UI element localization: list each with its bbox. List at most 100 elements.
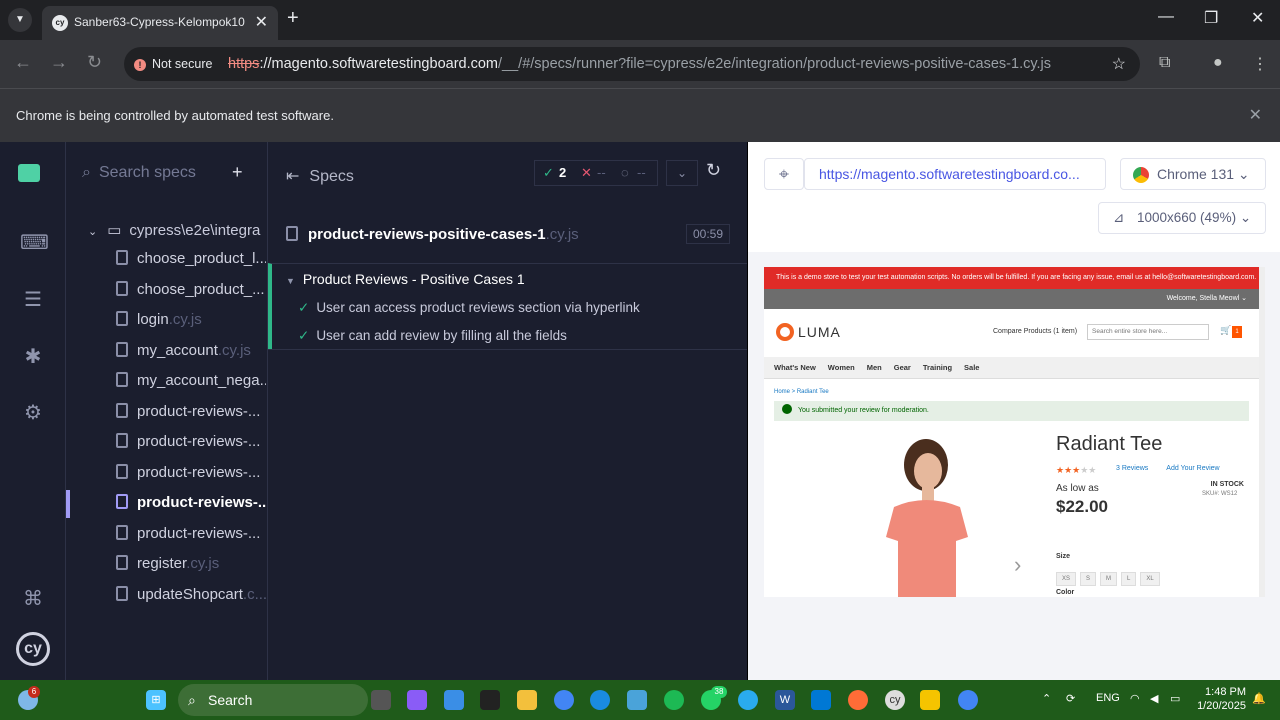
restore-icon[interactable]: ❐ xyxy=(1204,8,1218,28)
spec-file-item[interactable]: choose_product_... xyxy=(116,280,266,303)
runs-icon[interactable]: ☰ xyxy=(20,287,46,313)
postman-icon[interactable] xyxy=(848,690,868,710)
product-image[interactable] xyxy=(864,437,984,597)
browser-titlebar: ▼ cy Sanber63-Cypress-Kelompok10 ✕ + — ❐… xyxy=(0,0,1280,40)
bookmark-star-icon[interactable]: ☆ xyxy=(1112,54,1126,74)
spotify-icon[interactable] xyxy=(664,690,684,710)
chrome-active-icon[interactable] xyxy=(958,690,978,710)
browser-selector[interactable]: Chrome 131 ⌄ xyxy=(1120,158,1266,190)
tab-search-button[interactable]: ▼ xyxy=(8,8,32,32)
search-specs[interactable]: ⌕ Search specs xyxy=(82,164,196,182)
app-logo-icon[interactable] xyxy=(18,164,40,182)
clock[interactable]: 1:48 PM 1/20/2025 xyxy=(1190,685,1246,713)
forward-icon[interactable]: → xyxy=(50,52,68,73)
telegram-icon[interactable] xyxy=(738,690,758,710)
add-review-link[interactable]: Add Your Review xyxy=(1166,465,1219,472)
chrome-taskbar-icon[interactable] xyxy=(554,690,574,710)
menu-icon[interactable]: ⋮ xyxy=(1252,54,1268,74)
cart-icon[interactable]: 🛒 xyxy=(1220,325,1231,336)
spec-file-item[interactable]: my_account_nega... xyxy=(116,372,266,394)
spec-file-item[interactable]: register.cy.js xyxy=(116,555,266,577)
back-icon[interactable]: ← xyxy=(14,52,32,73)
welcome-text[interactable]: Welcome, Stella Meowl xyxy=(1167,295,1240,302)
spec-file-item[interactable]: my_account.cy.js xyxy=(116,341,266,364)
copilot-icon[interactable] xyxy=(407,690,427,710)
spec-file-item[interactable]: product-reviews-... xyxy=(116,402,266,425)
preview-url[interactable]: https://magento.softwaretestingboard.co.… xyxy=(804,158,1106,190)
next-image-icon[interactable]: › xyxy=(1014,552,1021,578)
word-icon[interactable]: W xyxy=(775,690,795,710)
reload-icon[interactable]: ↻ xyxy=(87,52,102,73)
spec-file-item[interactable]: product-reviews-... xyxy=(116,463,266,486)
breadcrumb[interactable]: Home > Radiant Tee xyxy=(764,379,1259,401)
sticky-notes-icon[interactable] xyxy=(920,690,940,710)
notification-icon[interactable]: 🔔 xyxy=(1252,692,1266,705)
size-option[interactable]: L xyxy=(1121,572,1137,586)
viewport-selector[interactable]: ⊿ 1000x660 (49%) ⌄ xyxy=(1098,202,1266,234)
debug-icon[interactable]: ✱ xyxy=(20,344,46,370)
photos-icon[interactable] xyxy=(627,690,647,710)
luma-search-input[interactable]: Search entire store here... xyxy=(1087,324,1209,340)
vscode-icon[interactable] xyxy=(811,690,831,710)
tray-chevron-icon[interactable]: ⌃ xyxy=(1042,692,1051,705)
reviews-link[interactable]: 3 Reviews xyxy=(1116,465,1148,472)
browser-tab[interactable]: cy Sanber63-Cypress-Kelompok10 ✕ xyxy=(42,6,278,40)
size-option[interactable]: M xyxy=(1100,572,1118,586)
not-secure-chip[interactable]: ! Not secure xyxy=(134,54,212,74)
minimize-icon[interactable]: — xyxy=(1158,8,1174,26)
spec-file-name: updateShopcart xyxy=(137,585,243,603)
luma-nav-item[interactable]: What's New xyxy=(774,363,816,372)
luma-nav-item[interactable]: Men xyxy=(867,363,882,372)
address-bar[interactable]: ! Not secure https://magento.softwaretest… xyxy=(124,47,1140,81)
spec-file-item[interactable]: updateShopcart.c... xyxy=(116,585,266,608)
spec-file-item[interactable]: product-reviews-... xyxy=(116,524,266,547)
sync-icon[interactable]: ⟳ xyxy=(1066,692,1075,705)
size-option[interactable]: XL xyxy=(1140,572,1160,586)
luma-nav-item[interactable]: Gear xyxy=(894,363,911,372)
spec-file-item[interactable]: choose_product_l... xyxy=(116,250,266,272)
size-option[interactable]: XS xyxy=(1056,572,1077,586)
keyboard-shortcuts-icon[interactable]: ⌘ xyxy=(20,586,46,612)
specs-icon[interactable]: ⌨ xyxy=(20,230,49,256)
cypress-taskbar-icon[interactable]: cy xyxy=(885,690,905,710)
luma-nav-item[interactable]: Women xyxy=(828,363,855,372)
luma-nav-item[interactable]: Training xyxy=(923,363,952,372)
close-tab-icon[interactable]: ✕ xyxy=(255,12,268,32)
compare-link[interactable]: Compare Products (1 item) xyxy=(993,328,1077,335)
rerun-icon[interactable]: ↻ xyxy=(706,160,721,181)
new-tab-button[interactable]: + xyxy=(287,7,299,30)
profile-icon[interactable]: ● xyxy=(1213,54,1223,72)
infobar-close-icon[interactable]: ✕ xyxy=(1249,105,1262,125)
luma-logo[interactable]: LUMA xyxy=(776,323,841,341)
volume-icon[interactable]: ◀ xyxy=(1150,692,1158,705)
aut-iframe[interactable]: This is a demo store to test your test a… xyxy=(764,267,1265,597)
edge-icon[interactable] xyxy=(590,690,610,710)
test-suite[interactable]: ▼ Product Reviews - Positive Cases 1 ✓ Use… xyxy=(268,263,747,349)
expand-all-button[interactable]: ⌄ xyxy=(666,160,698,186)
url-text[interactable]: https://magento.softwaretestingboard.com… xyxy=(228,56,1051,72)
task-view-icon[interactable] xyxy=(371,690,391,710)
new-spec-button[interactable]: + xyxy=(232,162,243,183)
extensions-icon[interactable]: ⧉ xyxy=(1159,54,1170,72)
settings-icon[interactable]: ⚙ xyxy=(20,400,46,426)
test-item[interactable]: ✓ User can access product reviews section… xyxy=(298,300,640,316)
app-icon[interactable] xyxy=(480,690,500,710)
battery-icon[interactable]: ▭ xyxy=(1170,692,1180,705)
size-option[interactable]: S xyxy=(1080,572,1097,586)
specs-header[interactable]: ⇤ Specs xyxy=(286,166,354,186)
wifi-icon[interactable]: ◠ xyxy=(1130,692,1140,705)
luma-nav-item[interactable]: Sale xyxy=(964,363,979,372)
start-icon[interactable]: ⊞ xyxy=(146,690,166,710)
close-window-icon[interactable]: ✕ xyxy=(1251,8,1264,28)
taskbar-search[interactable]: ⌕ Search xyxy=(178,684,368,716)
test-item[interactable]: ✓ User can add review by filling all the … xyxy=(298,328,567,344)
file-explorer-icon[interactable] xyxy=(517,690,537,710)
spec-file-item[interactable]: product-reviews-... xyxy=(116,494,266,516)
spec-file-item[interactable]: login.cy.js xyxy=(116,311,266,333)
language-indicator[interactable]: ENG xyxy=(1096,692,1120,704)
cypress-logo-icon[interactable]: cy xyxy=(16,632,50,666)
store-icon[interactable] xyxy=(444,690,464,710)
folder-row[interactable]: ⌄ ▭ cypress\e2e\integra xyxy=(88,221,260,239)
selector-playground-icon[interactable]: ⌖ xyxy=(764,158,804,190)
spec-file-item[interactable]: product-reviews-... xyxy=(116,433,266,455)
